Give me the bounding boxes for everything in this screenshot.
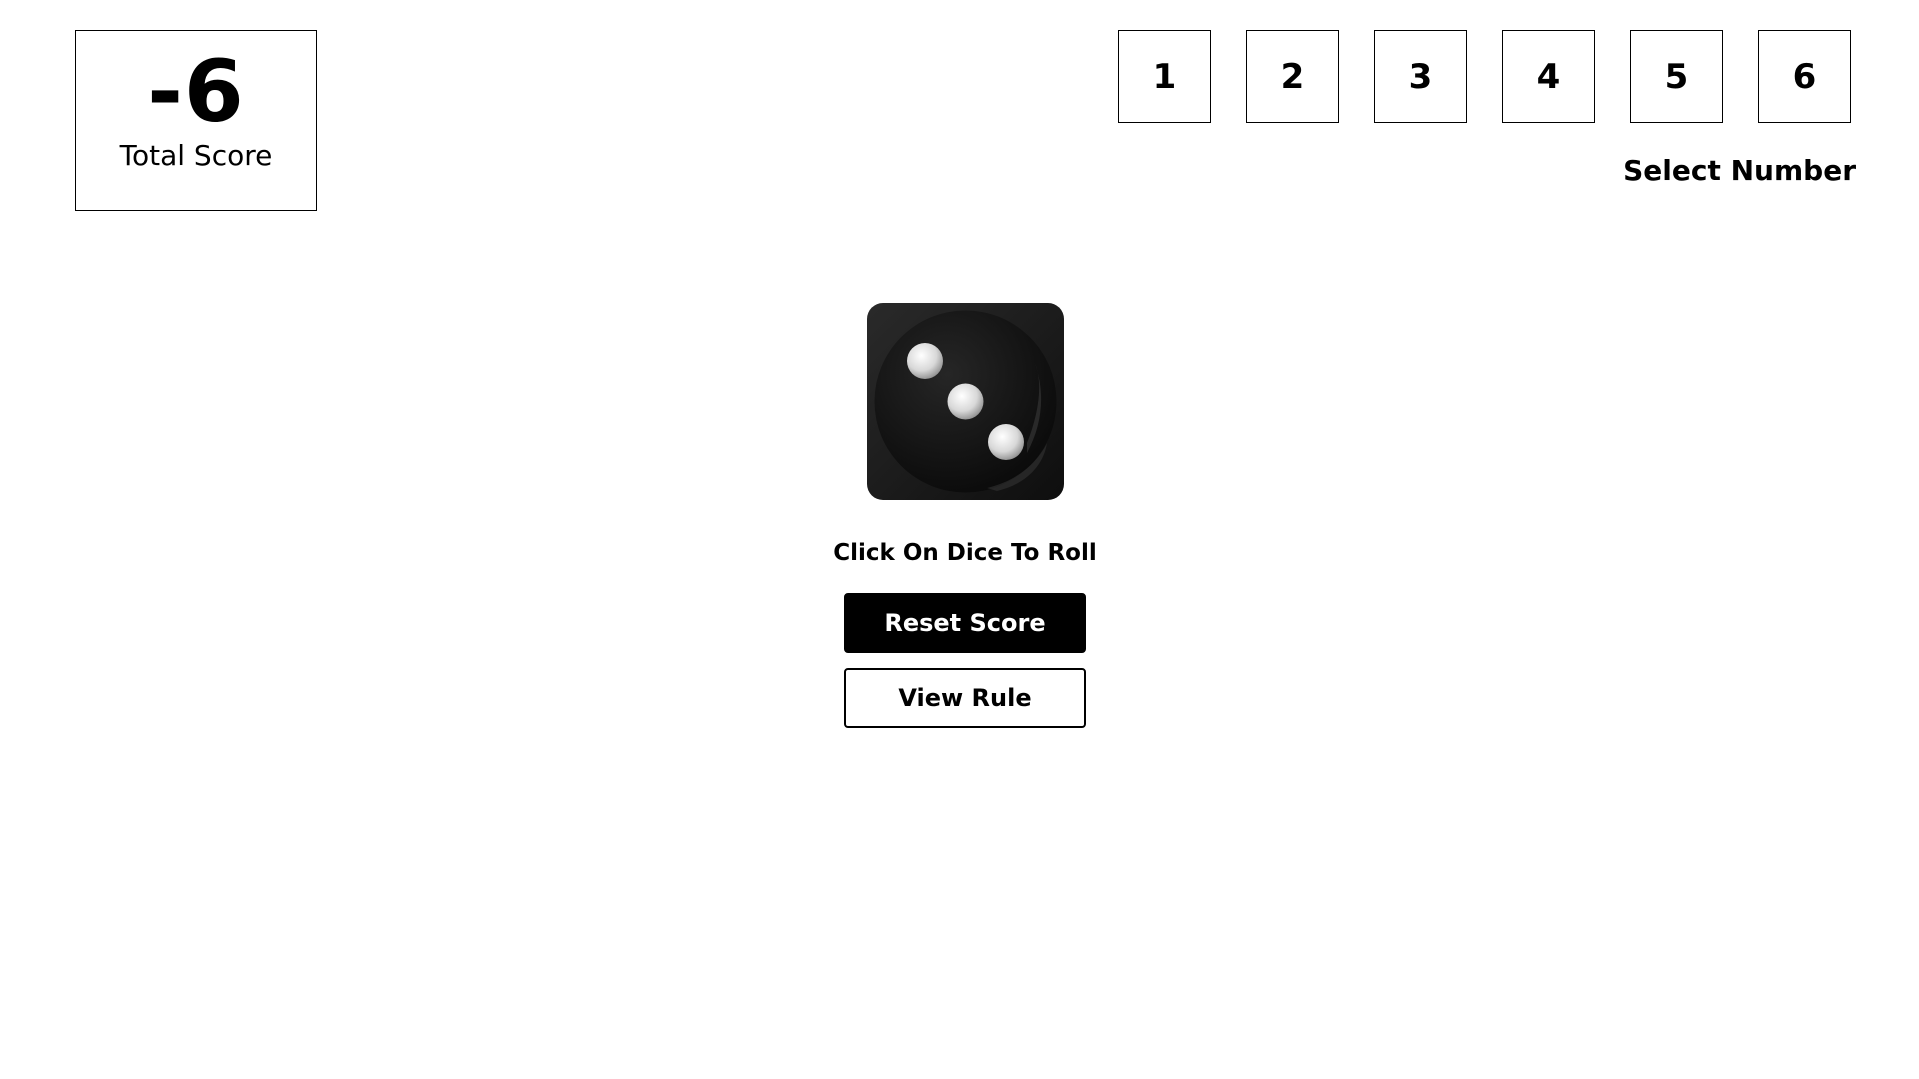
roll-hint-text: Click On Dice To Roll [833, 540, 1097, 566]
number-option-4[interactable]: 4 [1502, 30, 1595, 123]
number-option-2[interactable]: 2 [1246, 30, 1339, 123]
total-score-value: -6 [147, 42, 245, 142]
number-option-3[interactable]: 3 [1374, 30, 1467, 123]
number-option-1[interactable]: 1 [1118, 30, 1211, 123]
select-number-label: Select Number [1623, 154, 1856, 187]
number-option-5[interactable]: 5 [1630, 30, 1723, 123]
view-rule-button[interactable]: View Rule [844, 668, 1086, 728]
dice-three-icon[interactable] [867, 303, 1064, 500]
number-selector: 1 2 3 4 5 6 [1118, 30, 1851, 123]
total-score-panel: -6 Total Score [75, 30, 317, 211]
number-option-6[interactable]: 6 [1758, 30, 1851, 123]
total-score-label: Total Score [119, 139, 273, 172]
dice-game-page: -6 Total Score 1 2 3 4 5 6 Select Number [0, 0, 1919, 1079]
reset-score-button[interactable]: Reset Score [844, 593, 1086, 653]
